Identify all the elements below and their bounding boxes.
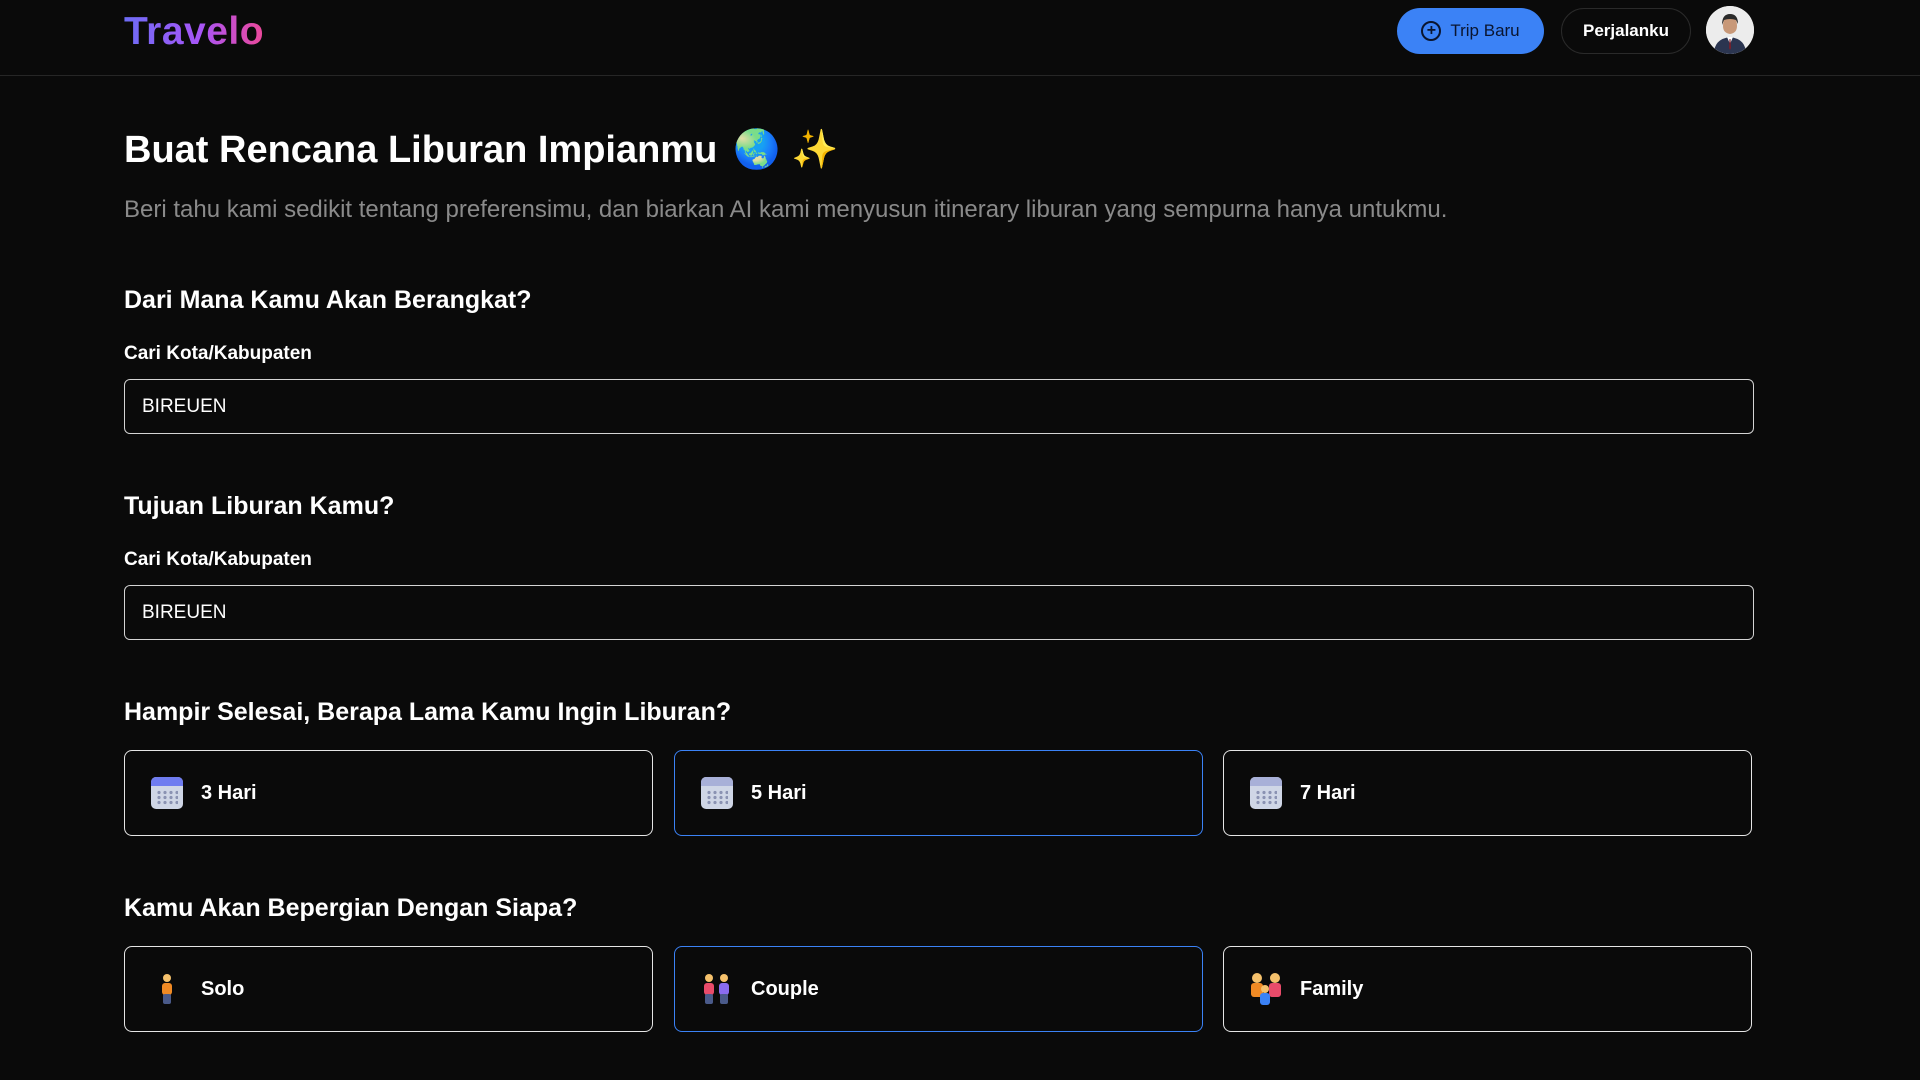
companion-option-label: Solo (201, 977, 245, 1000)
companion-option-label: Couple (751, 977, 819, 1000)
destination-field-label: Cari Kota/Kabupaten (124, 549, 312, 570)
user-avatar-icon (1706, 6, 1754, 54)
destination-city-input[interactable] (124, 585, 1754, 640)
person-icon (151, 972, 183, 1006)
companion-option-family[interactable]: Family (1223, 946, 1752, 1032)
companion-option-solo[interactable]: Solo (124, 946, 653, 1032)
couple-icon (701, 972, 733, 1006)
page-title-text: Buat Rencana Liburan Impianmu (124, 128, 718, 171)
companion-section-title: Kamu Akan Bepergian Dengan Siapa? (124, 894, 578, 922)
origin-city-input[interactable] (124, 379, 1754, 434)
duration-section-title: Hampir Selesai, Berapa Lama Kamu Ingin L… (124, 698, 732, 726)
avatar[interactable] (1706, 6, 1754, 54)
page-title: Buat Rencana Liburan Impianmu 🌏 ✨ (124, 128, 839, 172)
origin-field-label: Cari Kota/Kabupaten (124, 343, 312, 364)
calendar-icon (151, 777, 183, 809)
duration-option-label: 3 Hari (201, 781, 257, 804)
logo[interactable]: Travelo (124, 10, 264, 54)
globe-sparkles-icon: 🌏 ✨ (733, 129, 839, 171)
page-subtitle: Beri tahu kami sedikit tentang preferens… (124, 196, 1448, 223)
trip-baru-label: Trip Baru (1450, 21, 1520, 40)
calendar-icon (1250, 777, 1282, 809)
top-nav-bar: Travelo + Trip Baru Perjalanku (0, 0, 1920, 76)
destination-section-title: Tujuan Liburan Kamu? (124, 492, 395, 520)
origin-section-title: Dari Mana Kamu Akan Berangkat? (124, 286, 532, 314)
family-icon (1250, 972, 1282, 1006)
companion-option-label: Family (1300, 977, 1364, 1000)
calendar-icon (701, 777, 733, 809)
duration-option-7-hari[interactable]: 7 Hari (1223, 750, 1752, 836)
duration-option-3-hari[interactable]: 3 Hari (124, 750, 653, 836)
duration-option-label: 7 Hari (1300, 781, 1356, 804)
duration-option-5-hari[interactable]: 5 Hari (674, 750, 1203, 836)
trip-baru-button[interactable]: + Trip Baru (1397, 8, 1544, 54)
perjalanku-button[interactable]: Perjalanku (1561, 8, 1691, 54)
companion-option-couple[interactable]: Couple (674, 946, 1203, 1032)
duration-option-label: 5 Hari (751, 781, 807, 804)
plus-circle-icon: + (1421, 21, 1442, 41)
